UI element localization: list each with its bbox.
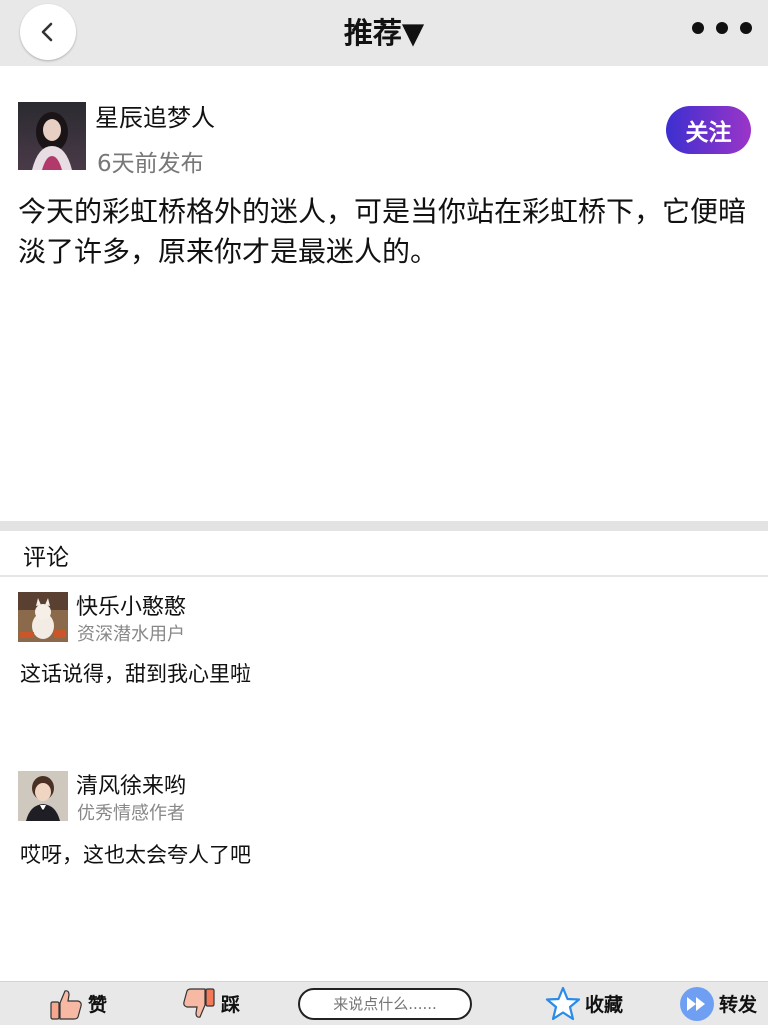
commenter-avatar[interactable] [18,771,68,821]
share-label: 转发 [719,994,758,1016]
thumbs-down-icon [183,987,215,1018]
page-title[interactable]: 推荐▼ [0,10,768,52]
fast-forward-icon [680,986,714,1021]
post-card: 星辰追梦人 6天前发布 关注 今天的彩虹桥格外的迷人，可是当你站在彩虹桥下，它便… [0,66,768,521]
comments-divider [0,575,768,577]
commenter-name[interactable]: 清风徐来哟 [76,768,186,800]
commenter-role: 优秀情感作者 [77,803,185,824]
share-button[interactable]: 转发 [679,982,757,1025]
like-label: 赞 [88,994,108,1016]
post-time: 6天前发布 [97,151,204,177]
comment-text: 这话说得，甜到我心里啦 [20,662,251,686]
collect-button[interactable]: 收藏 [545,982,623,1025]
more-dots-icon[interactable] [692,22,752,34]
comment-text: 哎呀，这也太会夸人了吧 [20,843,251,867]
top-bar: 推荐▼ [0,0,768,66]
post-content: 今天的彩虹桥格外的迷人，可是当你站在彩虹桥下，它便暗淡了许多，原来你才是最迷人的… [18,195,747,268]
commenter-avatar[interactable] [18,592,68,642]
commenter-role: 资深潜水用户 [77,624,185,645]
author-avatar[interactable] [18,102,86,170]
dislike-label: 踩 [221,994,241,1016]
star-icon [545,986,581,1020]
thumbs-up-icon [50,989,82,1020]
author-name[interactable]: 星辰追梦人 [95,98,215,133]
follow-button[interactable]: 关注 [666,106,751,154]
comments-heading: 评论 [23,545,69,571]
commenter-name[interactable]: 快乐小憨憨 [76,589,186,621]
comment-input[interactable] [298,988,472,1020]
collect-label: 收藏 [585,994,624,1016]
section-divider [0,521,768,531]
dislike-button[interactable]: 踩 [181,982,240,1025]
like-button[interactable]: 赞 [48,982,107,1025]
bottom-action-bar: 赞 踩 收藏 转发 [0,981,768,1025]
